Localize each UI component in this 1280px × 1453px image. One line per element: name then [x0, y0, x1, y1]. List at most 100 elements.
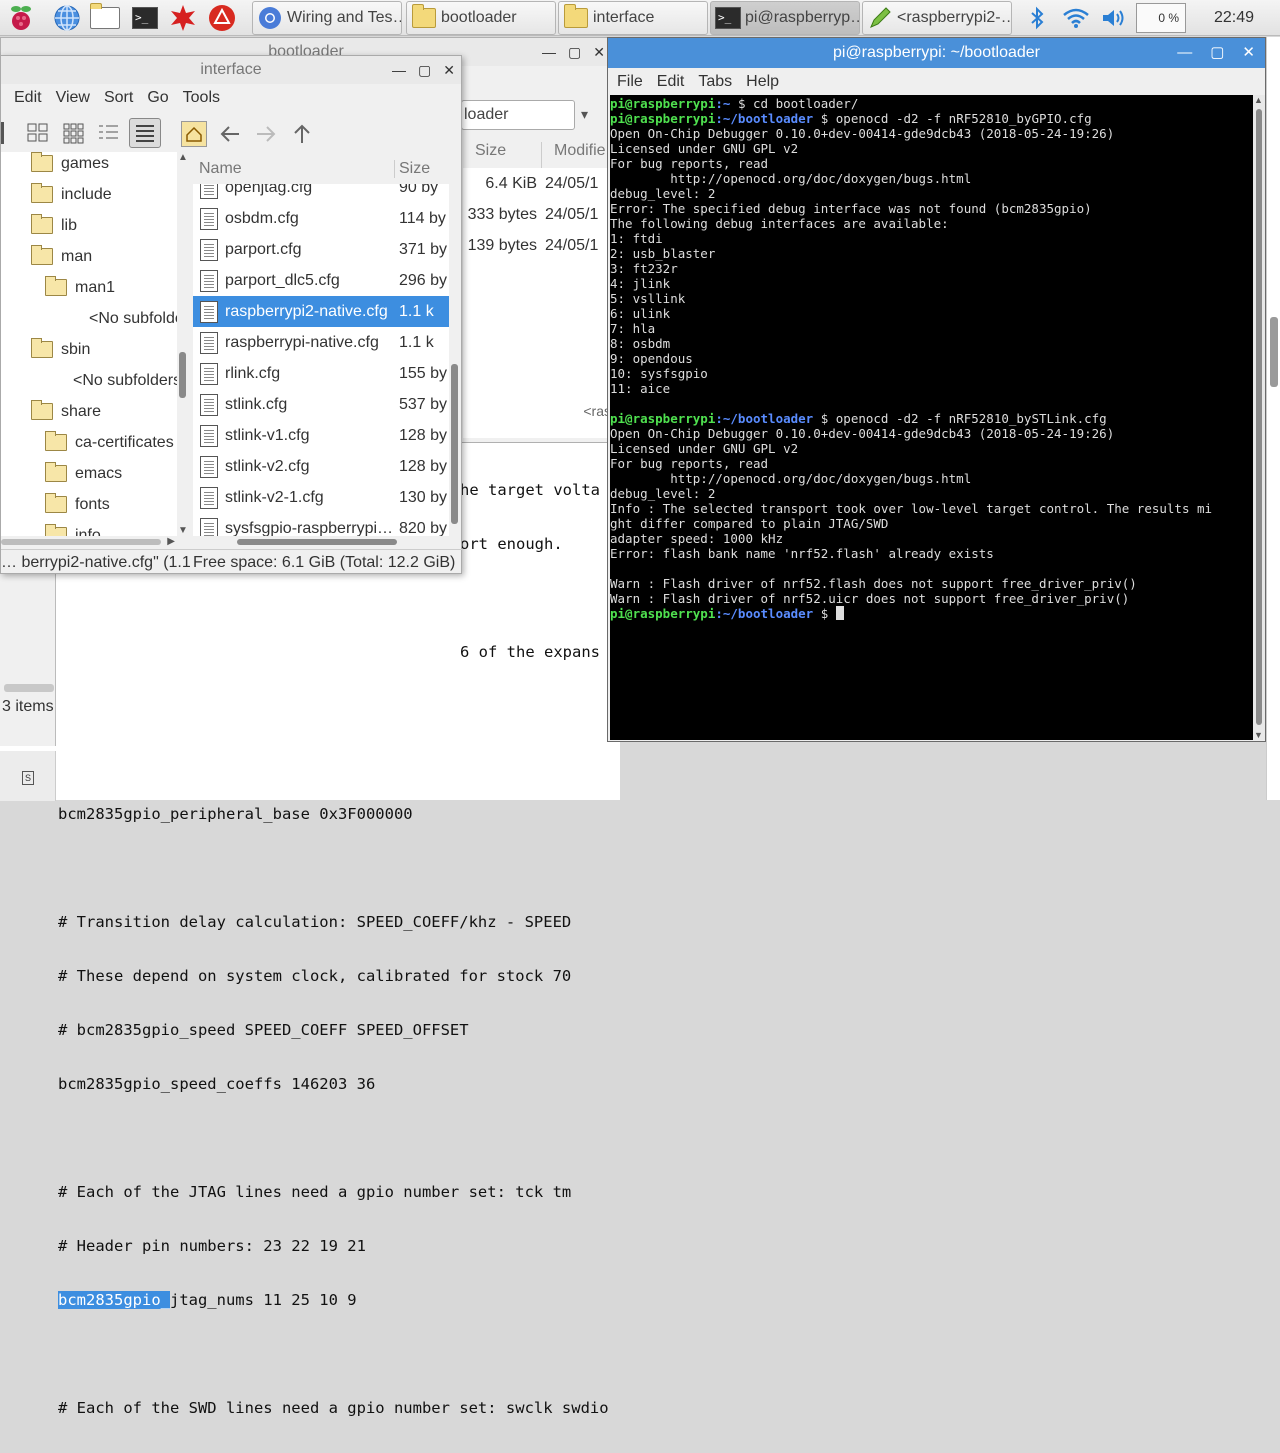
mathematica-icon[interactable]	[168, 3, 198, 33]
menu-view[interactable]: View	[49, 89, 97, 107]
cpu-monitor[interactable]: 0 %	[1136, 3, 1186, 33]
file-row[interactable]: parport_dlc5.cfg 296 by	[193, 265, 449, 296]
scrollbar-thumb[interactable]	[1, 539, 161, 545]
menu-help[interactable]: Help	[739, 73, 786, 91]
tree-horizontal-scrollbar[interactable]: ▶	[1, 536, 189, 548]
view-compact-icon[interactable]	[97, 121, 121, 145]
raspberry-menu-icon[interactable]	[6, 3, 36, 33]
editor-text-area[interactable]: he target volta ort enough. 6 of the exp…	[58, 445, 618, 1453]
tree-item[interactable]: include	[1, 179, 189, 210]
scrollbar-thumb[interactable]	[451, 364, 458, 524]
taskbar-window-label: interface	[593, 9, 655, 26]
file-row[interactable]: rlink.cfg 155 by	[193, 358, 449, 389]
file-row-selected[interactable]: raspberrypi2-native.cfg 1.1 k	[193, 296, 449, 327]
horizontal-scrollbar[interactable]	[4, 684, 54, 692]
menu-tools[interactable]: Tools	[176, 89, 227, 107]
home-icon[interactable]	[181, 121, 207, 147]
menu-edit[interactable]: Edit	[7, 89, 49, 107]
file-list-vertical-scrollbar[interactable]	[449, 184, 461, 536]
wifi-icon[interactable]	[1060, 4, 1092, 32]
menu-go[interactable]: Go	[140, 89, 175, 107]
column-size[interactable]: Size	[463, 142, 541, 170]
scroll-down-icon[interactable]: ▼	[178, 525, 188, 536]
tree-vertical-scrollbar[interactable]: ▲ ▼	[177, 152, 189, 536]
menu-tabs[interactable]: Tabs	[691, 73, 739, 91]
table-row[interactable]: 333 bytes 24/05/1	[463, 199, 613, 230]
wolfram-icon[interactable]	[207, 3, 237, 33]
maximize-button[interactable]: ▢	[568, 38, 581, 66]
file-row[interactable]: raspberrypi-native.cfg 1.1 k	[193, 327, 449, 358]
file-row[interactable]: stlink.cfg 537 by	[193, 389, 449, 420]
file-row[interactable]: openjtag.cfg 90 by	[193, 184, 449, 203]
view-detailed-list-icon[interactable]	[129, 118, 161, 148]
column-name[interactable]: Name	[193, 160, 395, 178]
taskbar-window-bootloader[interactable]: bootloader	[406, 1, 556, 35]
file-list-horizontal-scrollbar[interactable]	[193, 536, 449, 548]
up-arrow-icon[interactable]	[289, 121, 315, 147]
file-manager-icon[interactable]	[90, 3, 120, 33]
taskbar-window-terminal[interactable]: >_ pi@raspberryp…	[710, 1, 860, 35]
file-row[interactable]: stlink-v2-1.cfg 130 by	[193, 482, 449, 513]
minimize-button[interactable]: —	[392, 56, 406, 84]
back-arrow-icon[interactable]	[217, 121, 243, 147]
taskbar-window-chromium[interactable]: Wiring and Tes…	[252, 1, 402, 35]
tree-item[interactable]: <No subfolders	[1, 365, 189, 396]
tree-item[interactable]: sbin	[1, 334, 189, 365]
file-row[interactable]: parport.cfg 371 by	[193, 234, 449, 265]
terminal-line: Open On-Chip Debugger 0.10.0+dev-00414-g…	[610, 126, 1253, 141]
bluetooth-icon[interactable]	[1024, 4, 1050, 32]
terminal-line: pi@raspberrypi:~/bootloader $ openocd -d…	[610, 411, 1253, 426]
minimize-button[interactable]: —	[542, 38, 556, 66]
taskbar-window-interface[interactable]: interface	[558, 1, 708, 35]
minimize-button[interactable]: —	[1177, 38, 1192, 68]
globe-icon[interactable]	[52, 3, 82, 33]
scroll-up-icon[interactable]: ▲	[178, 152, 188, 163]
scrollbar-thumb[interactable]	[1256, 109, 1262, 725]
path-dropdown-icon[interactable]: ▾	[581, 106, 588, 123]
scrollbar-thumb[interactable]	[237, 539, 397, 545]
tree-item[interactable]: fonts	[1, 489, 189, 520]
column-size[interactable]: Size	[395, 160, 430, 178]
tree-item[interactable]: ca-certificates	[1, 427, 189, 458]
terminal-icon[interactable]: >_	[130, 3, 160, 33]
volume-icon[interactable]	[1098, 4, 1130, 32]
file-row[interactable]: stlink-v2.cfg 128 by	[193, 451, 449, 482]
file-row[interactable]: stlink-v1.cfg 128 by	[193, 420, 449, 451]
file-row[interactable]: osbdm.cfg 114 by	[193, 203, 449, 234]
table-row[interactable]: 139 bytes 24/05/1	[463, 230, 613, 261]
tree-item[interactable]: games	[1, 152, 189, 179]
menu-file[interactable]: File	[610, 73, 650, 91]
scrollbar-thumb[interactable]	[1270, 317, 1278, 387]
scrollbar-thumb[interactable]	[179, 352, 186, 398]
tree-item[interactable]: share	[1, 396, 189, 427]
close-button[interactable]: ✕	[593, 38, 605, 66]
scroll-right-icon[interactable]: ▶	[167, 536, 175, 547]
menu-edit[interactable]: Edit	[650, 73, 692, 91]
terminal-output[interactable]: pi@raspberrypi:~ $ cd bootloader/pi@rasp…	[610, 95, 1253, 740]
tree-item[interactable]: lib	[1, 210, 189, 241]
terminal-scrollbar[interactable]: ▲ ▼	[1253, 95, 1265, 740]
tree-item[interactable]: man	[1, 241, 189, 272]
taskbar-window-editor[interactable]: <raspberrypi2-…	[862, 1, 1012, 35]
column-modified[interactable]: Modifie	[541, 142, 606, 170]
file-name: parport.cfg	[225, 240, 302, 258]
tree-item[interactable]: man1	[1, 272, 189, 303]
tree-item[interactable]: <No subfolde	[1, 303, 189, 334]
tree-item[interactable]: info	[1, 520, 189, 536]
maximize-button[interactable]: ▢	[1210, 38, 1224, 68]
view-thumbnails-icon[interactable]	[62, 121, 86, 145]
path-bar[interactable]: loader	[461, 100, 575, 130]
table-row[interactable]: 6.4 KiB 24/05/1	[463, 168, 613, 199]
clock[interactable]: 22:49	[1196, 0, 1272, 36]
maximize-button[interactable]: ▢	[418, 56, 431, 84]
close-button[interactable]: ✕	[443, 56, 455, 84]
tree-item[interactable]: emacs	[1, 458, 189, 489]
scroll-down-icon[interactable]: ▼	[1254, 730, 1263, 740]
forward-arrow-icon[interactable]	[253, 121, 279, 147]
file-row[interactable]: sysfsgpio-raspberrypi… 820 by	[193, 513, 449, 536]
scroll-up-icon[interactable]: ▲	[1254, 95, 1263, 105]
view-icons-icon[interactable]	[26, 121, 50, 145]
close-button[interactable]: ✕	[1242, 38, 1255, 68]
menu-sort[interactable]: Sort	[97, 89, 140, 107]
terminal-text: The following debug interfaces are avail…	[610, 216, 949, 231]
